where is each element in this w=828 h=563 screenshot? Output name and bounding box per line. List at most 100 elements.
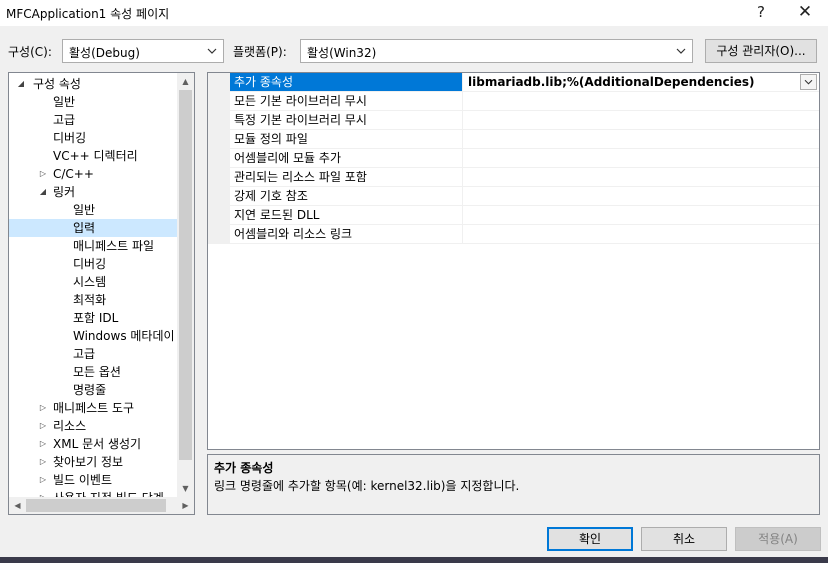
expanded-icon[interactable]: ◢ <box>37 183 49 201</box>
config-label: 구성(C): <box>8 45 52 59</box>
property-value[interactable] <box>464 92 804 110</box>
collapsed-icon[interactable]: ▷ <box>37 453 49 471</box>
tree-root-label: 구성 속성 <box>33 77 81 91</box>
collapsed-icon[interactable]: ▷ <box>37 165 49 183</box>
property-name: 관리되는 리소스 파일 포함 <box>230 168 463 186</box>
help-button[interactable]: ? <box>738 0 784 26</box>
collapsed-icon[interactable]: ▷ <box>37 435 49 453</box>
scroll-down-icon[interactable]: ▼ <box>177 480 194 497</box>
tree-item-label: 디버깅 <box>73 257 107 271</box>
cancel-button[interactable]: 취소 <box>641 527 727 551</box>
tree-item-label: 최적화 <box>73 293 107 307</box>
tree-item-system[interactable]: 시스템 <box>9 273 177 291</box>
tree-item-all-options[interactable]: 모든 옵션 <box>9 363 177 381</box>
close-icon: ✕ <box>797 2 813 22</box>
property-name: 추가 종속성 <box>230 73 463 91</box>
tree-item-embedded-idl[interactable]: 포함 IDL <box>9 309 177 327</box>
tree-item-linker-general[interactable]: 일반 <box>9 201 177 219</box>
collapsed-icon[interactable]: ▷ <box>37 471 49 489</box>
property-value[interactable] <box>464 111 804 129</box>
config-dropdown[interactable]: 활성(Debug) <box>62 39 224 63</box>
tree-item-label: 포함 IDL <box>73 311 119 325</box>
tree-item-general[interactable]: 일반 <box>9 93 177 111</box>
tree-item-linker[interactable]: ◢ 링커 <box>9 183 177 201</box>
chevron-down-icon <box>804 79 813 85</box>
property-row[interactable]: 지연 로드된 DLL <box>230 206 819 225</box>
value-dropdown-button[interactable] <box>800 74 817 90</box>
scroll-thumb[interactable] <box>26 499 166 512</box>
tree-item-advanced[interactable]: 고급 <box>9 111 177 129</box>
property-value[interactable] <box>464 225 804 243</box>
property-row[interactable]: 모듈 정의 파일 <box>230 130 819 149</box>
description-text: 링크 명령줄에 추가할 항목(예: kernel32.lib)을 지정합니다. <box>214 479 520 493</box>
property-name: 지연 로드된 DLL <box>230 206 463 224</box>
property-row[interactable]: 강제 기호 참조 <box>230 187 819 206</box>
tree-item-label: 리소스 <box>53 419 87 433</box>
ok-button[interactable]: 확인 <box>547 527 633 551</box>
chevron-down-icon <box>207 48 217 54</box>
property-value[interactable]: libmariadb.lib;%(AdditionalDependencies) <box>464 73 804 91</box>
tree-item-manifest-tool[interactable]: ▷ 매니페스트 도구 <box>9 399 177 417</box>
tree-item-label: 링커 <box>53 185 76 199</box>
close-button[interactable]: ✕ <box>782 0 828 26</box>
property-name: 모듈 정의 파일 <box>230 130 463 148</box>
config-manager-button[interactable]: 구성 관리자(O)... <box>705 39 817 63</box>
tree-item-debugging[interactable]: 디버깅 <box>9 129 177 147</box>
tree-item-linker-advanced[interactable]: 고급 <box>9 345 177 363</box>
tree-item-build-events[interactable]: ▷ 빌드 이벤트 <box>9 471 177 489</box>
tree-item-linker-input[interactable]: 입력 <box>9 219 177 237</box>
tree-item-command-line[interactable]: 명령줄 <box>9 381 177 399</box>
platform-dropdown[interactable]: 활성(Win32) <box>300 39 693 63</box>
description-title: 추가 종속성 <box>214 461 274 475</box>
scroll-thumb[interactable] <box>179 90 192 460</box>
tree-item-label: 매니페스트 파일 <box>73 239 155 253</box>
grid-margin <box>208 73 230 244</box>
tree-item-optimization[interactable]: 최적화 <box>9 291 177 309</box>
property-value[interactable] <box>464 149 804 167</box>
tree-vertical-scrollbar[interactable]: ▲ ▼ <box>177 73 194 497</box>
apply-button[interactable]: 적용(A) <box>735 527 821 551</box>
tree-item-vc-directories[interactable]: VC++ 디렉터리 <box>9 147 177 165</box>
tree-item-label: 일반 <box>73 203 96 217</box>
scroll-left-icon[interactable]: ◀ <box>9 497 26 514</box>
property-value[interactable] <box>464 187 804 205</box>
collapsed-icon[interactable]: ▷ <box>37 417 49 435</box>
collapsed-icon[interactable]: ▷ <box>37 399 49 417</box>
property-value[interactable] <box>464 206 804 224</box>
tree-item-label: VC++ 디렉터리 <box>53 149 138 163</box>
tree-item-browse-information[interactable]: ▷ 찾아보기 정보 <box>9 453 177 471</box>
tree-item-linker-debugging[interactable]: 디버깅 <box>9 255 177 273</box>
window-title: MFCApplication1 속성 페이지 <box>6 7 170 21</box>
scroll-up-icon[interactable]: ▲ <box>177 73 194 90</box>
tree-item-windows-metadata[interactable]: Windows 메타데이 <box>9 327 177 345</box>
tree-horizontal-scrollbar[interactable]: ◀ ▶ <box>9 497 194 514</box>
property-name: 강제 기호 참조 <box>230 187 463 205</box>
scroll-right-icon[interactable]: ▶ <box>177 497 194 514</box>
tree-item-label: C/C++ <box>53 167 94 181</box>
tree-item-xml-doc-generator[interactable]: ▷ XML 문서 생성기 <box>9 435 177 453</box>
chevron-down-icon <box>676 48 686 54</box>
help-icon: ? <box>757 3 765 21</box>
tree-item-label: 명령줄 <box>73 383 107 397</box>
tree-item-manifest-file[interactable]: 매니페스트 파일 <box>9 237 177 255</box>
description-panel: 추가 종속성 링크 명령줄에 추가할 항목(예: kernel32.lib)을 … <box>207 454 820 515</box>
property-value[interactable] <box>464 168 804 186</box>
config-value: 활성(Debug) <box>69 46 140 60</box>
tree-root[interactable]: ◢ 구성 속성 <box>9 75 177 93</box>
property-row[interactable]: 관리되는 리소스 파일 포함 <box>230 168 819 187</box>
property-row[interactable]: 어셈블리와 리소스 링크 <box>230 225 819 244</box>
tree-item-label: 시스템 <box>73 275 107 289</box>
property-tree: ◢ 구성 속성 일반 고급 디버깅 VC++ 디렉터리 ▷ C/C++ ◢ 링커 일반 입력 매니페… <box>8 72 195 515</box>
tree-item-c-cpp[interactable]: ▷ C/C++ <box>9 165 177 183</box>
tree-item-label: 고급 <box>53 113 76 127</box>
property-row[interactable]: 특정 기본 라이브러리 무시 <box>230 111 819 130</box>
property-row[interactable]: 추가 종속성 libmariadb.lib;%(AdditionalDepende… <box>230 73 819 92</box>
tree-item-label: 찾아보기 정보 <box>53 455 124 469</box>
property-value[interactable] <box>464 130 804 148</box>
property-row[interactable]: 모든 기본 라이브러리 무시 <box>230 92 819 111</box>
tree-item-resources[interactable]: ▷ 리소스 <box>9 417 177 435</box>
property-row[interactable]: 어셈블리에 모듈 추가 <box>230 149 819 168</box>
expanded-icon[interactable]: ◢ <box>15 75 27 93</box>
tree-item-label: Windows 메타데이 <box>73 329 175 343</box>
tree-item-label: 입력 <box>73 221 96 235</box>
